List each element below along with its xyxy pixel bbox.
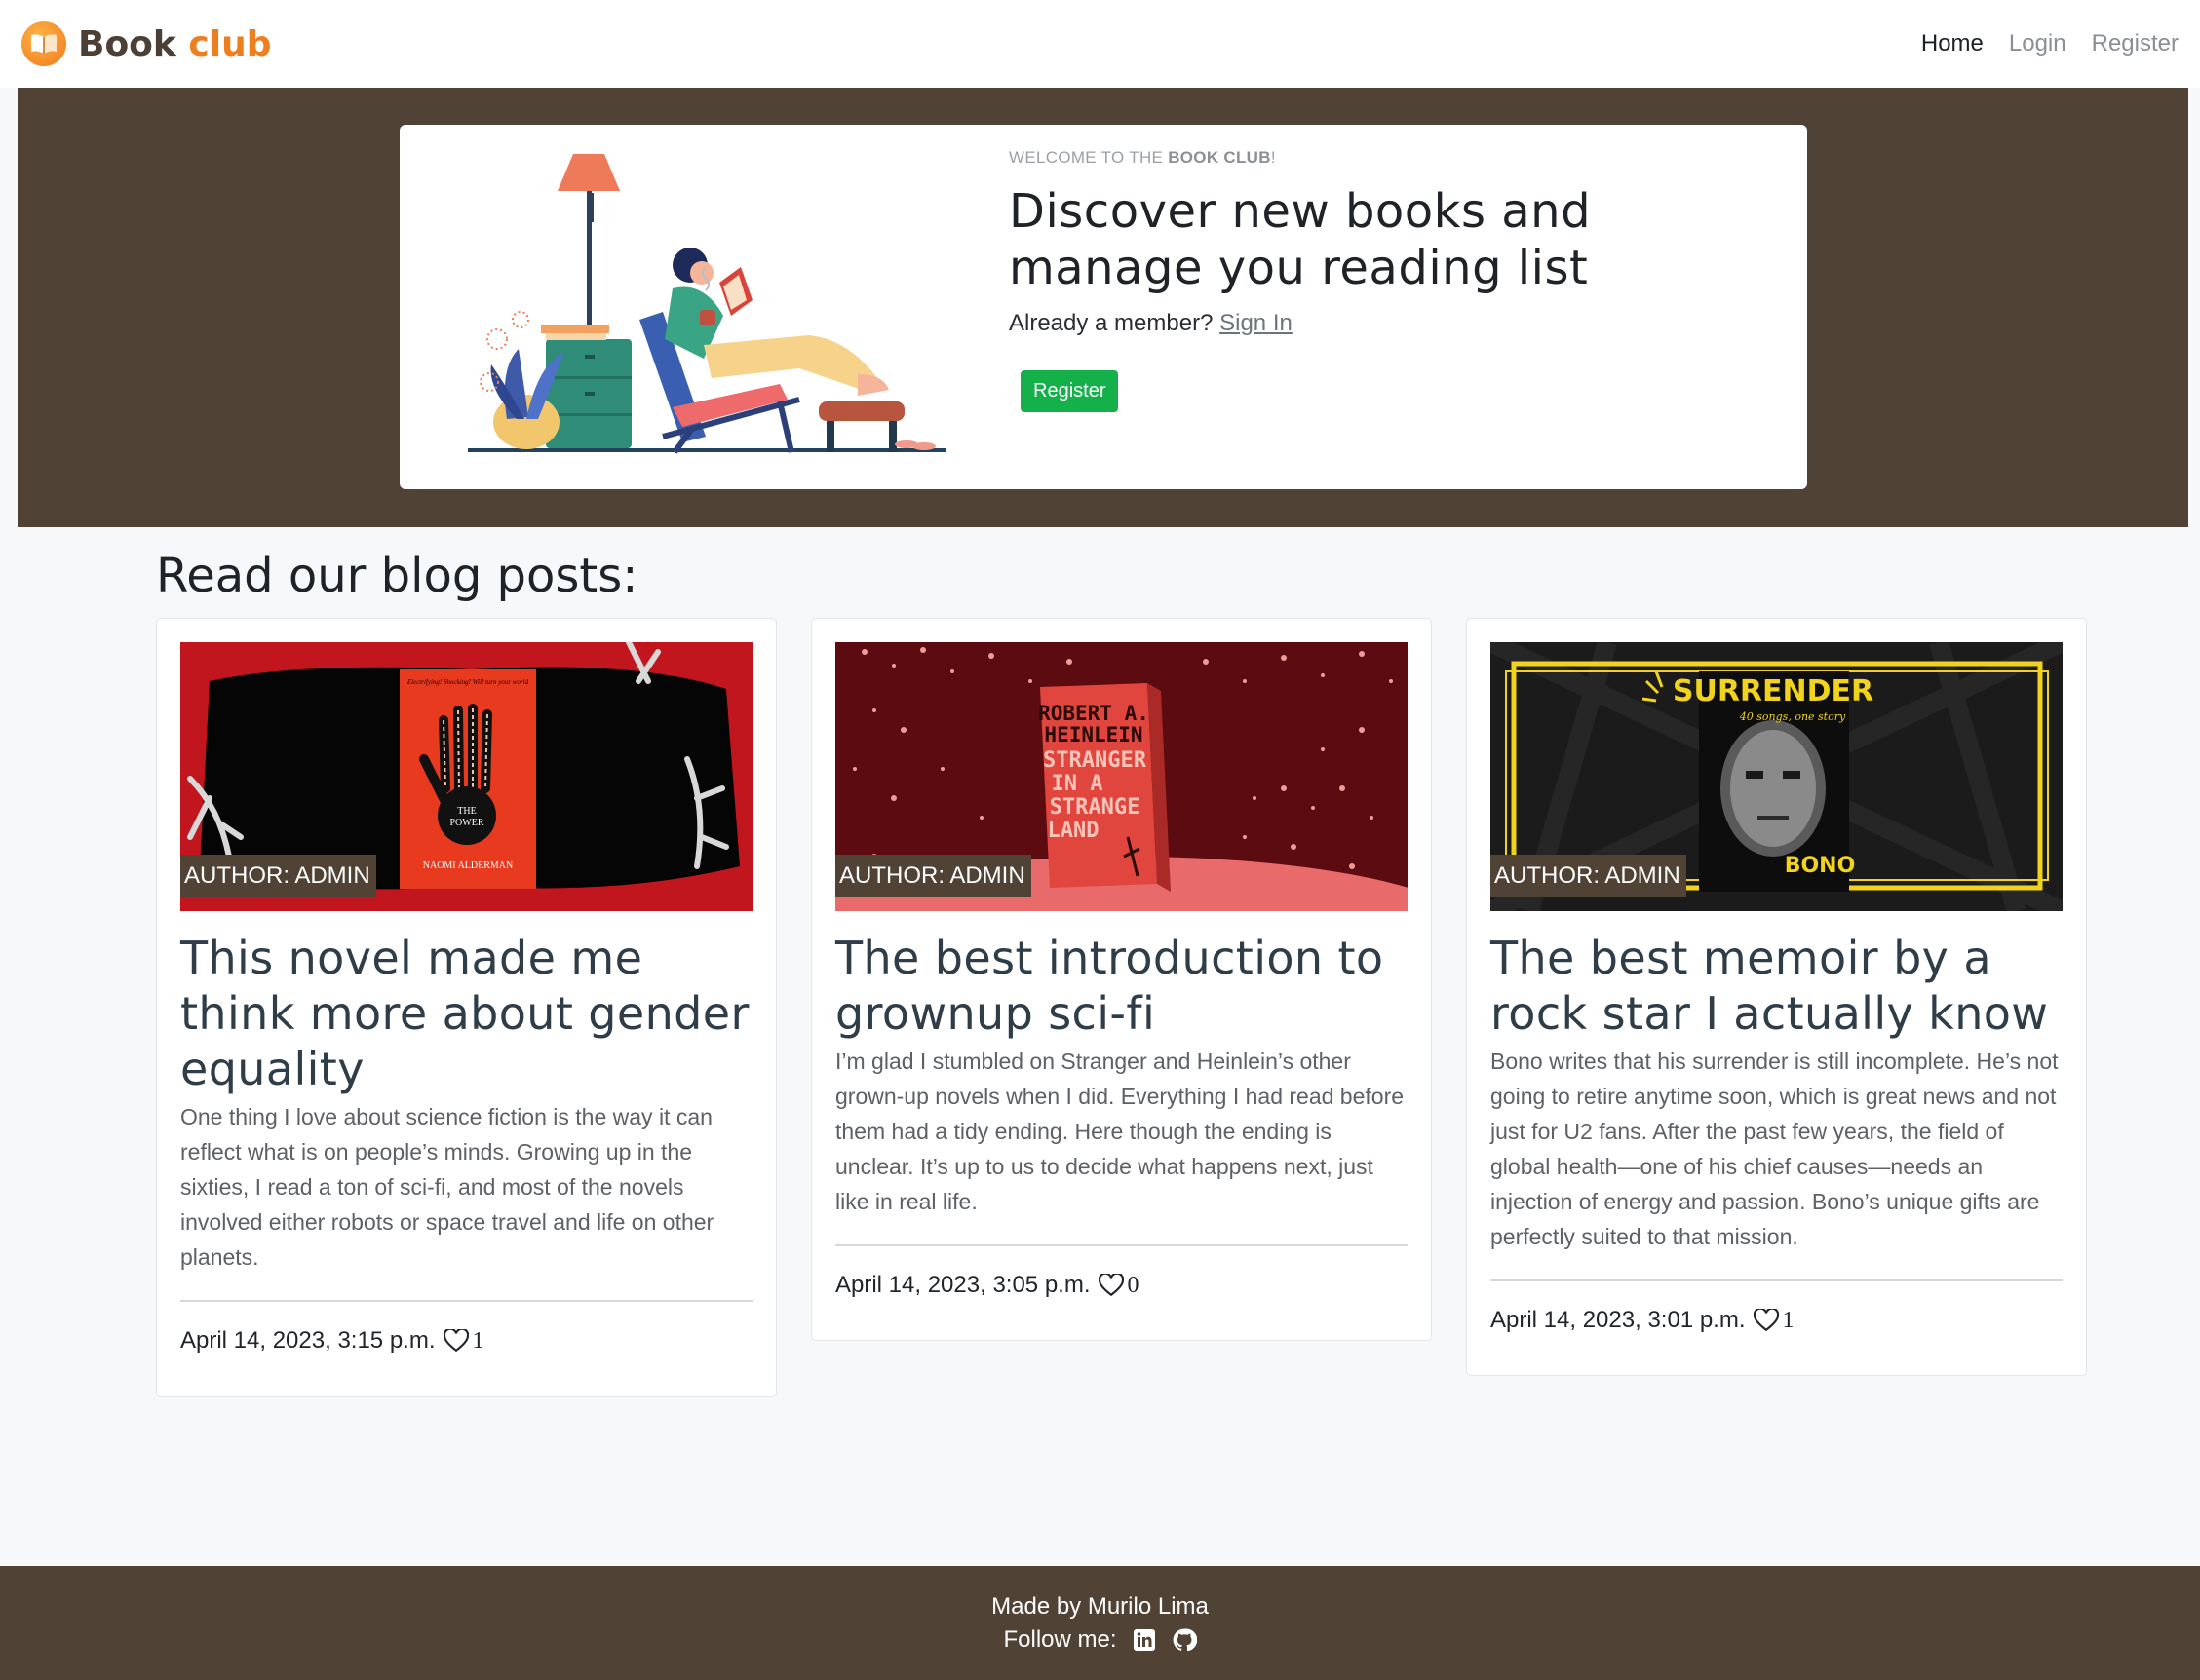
cover-author: ROBERT A. [1038,702,1149,725]
hero-text: WELCOME TO THE BOOK CLUB! Discover new b… [1009,148,1769,412]
divider [835,1244,1408,1246]
post-body: This novel made me think more about gend… [180,931,753,1355]
post-meta: April 14, 2023, 3:01 p.m. 1 [1490,1307,2063,1334]
hero-kicker-suffix: ! [1270,148,1276,167]
post-date: April 14, 2023, 3:15 p.m. [180,1327,436,1354]
reading-woman-illustration [468,154,946,454]
hero-title: Discover new books and manage you readin… [1009,184,1592,295]
svg-text:STRANGE: STRANGE [1050,795,1140,820]
post-body: The best memoir by a rock star I actuall… [1490,931,2063,1334]
github-icon[interactable] [1172,1627,1197,1653]
footer-follow: Follow me: [0,1626,2200,1654]
open-book-icon [21,21,66,66]
blog-section-title: Read our blog posts: [156,549,638,603]
post-body: The best introduction to grownup sci-fi … [835,931,1408,1299]
post-date: April 14, 2023, 3:01 p.m. [1490,1307,1746,1333]
author-badge: AUTHOR: ADMIN [180,855,376,897]
post-meta: April 14, 2023, 3:15 p.m. 1 [180,1327,753,1355]
hero-card: WELCOME TO THE BOOK CLUB! Discover new b… [400,125,1807,489]
nav-login[interactable]: Login [2009,30,2066,57]
cover-author: BONO [1785,854,1856,878]
divider [1490,1279,2063,1281]
footer: Made by Murilo Lima Follow me: [0,1566,2200,1680]
author-badge: AUTHOR: ADMIN [1490,855,1686,897]
linkedin-icon[interactable] [1133,1628,1156,1652]
hero-kicker-bold: BOOK CLUB [1168,148,1271,167]
nav-home[interactable]: Home [1921,30,1984,57]
svg-text:LAND: LAND [1048,819,1100,843]
hero-member-text: Already a member? [1009,310,1214,336]
follow-label: Follow me: [1003,1626,1117,1653]
cover-title: SURRENDER [1673,674,1873,708]
blog-post-card[interactable]: ROBERT A. HEINLEIN STRANGER IN A STRANGE… [811,618,1432,1341]
svg-text:40 songs, one story: 40 songs, one story [1739,710,1846,723]
svg-text:POWER: POWER [450,818,484,828]
post-title[interactable]: This novel made me think more about gend… [180,931,753,1097]
like-count: 1 [1782,1307,1795,1333]
post-title[interactable]: The best memoir by a rock star I actuall… [1490,931,2063,1042]
heart-icon[interactable] [443,1329,469,1353]
svg-text:HEINLEIN: HEINLEIN [1044,723,1142,746]
sign-in-link[interactable]: Sign In [1219,310,1293,336]
post-image[interactable]: Electrifying! Shocking! Will turn your w… [180,642,753,911]
post-title[interactable]: The best introduction to grownup sci-fi [835,931,1408,1042]
cover-title: STRANGER [1043,748,1147,773]
post-image[interactable]: SURRENDER 40 songs, one story BONO AUTHO… [1490,642,2063,911]
cover-author: NAOMI ALDERMAN [423,860,514,871]
author-badge: AUTHOR: ADMIN [835,855,1031,897]
footer-credit: Made by Murilo Lima [991,1593,1209,1620]
cover-title: THE [457,806,476,817]
nav-register[interactable]: Register [2092,30,2179,57]
brand-name-book: Book [78,23,176,64]
post-date: April 14, 2023, 3:05 p.m. [835,1272,1091,1298]
post-meta: April 14, 2023, 3:05 p.m. 0 [835,1272,1408,1299]
post-excerpt: Bono writes that his surrender is still … [1490,1049,2059,1249]
post-image[interactable]: ROBERT A. HEINLEIN STRANGER IN A STRANGE… [835,642,1408,911]
hero-kicker: WELCOME TO THE BOOK CLUB! [1009,148,1769,168]
hero-banner: WELCOME TO THE BOOK CLUB! Discover new b… [18,88,2188,527]
divider [180,1300,753,1302]
brand-name: Book club [78,24,271,64]
heart-icon[interactable] [1753,1309,1779,1332]
heart-icon[interactable] [1098,1274,1124,1297]
navbar: Book club Home Login Register [0,0,2200,88]
post-excerpt: I’m glad I stumbled on Stranger and Hein… [835,1049,1405,1214]
blog-post-card[interactable]: SURRENDER 40 songs, one story BONO AUTHO… [1466,618,2087,1376]
register-button[interactable]: Register [1021,370,1119,412]
svg-text:Electrifying! Shocking! Will t: Electrifying! Shocking! Will turn your w… [406,678,529,686]
like-count: 0 [1127,1272,1139,1298]
hero-member-line: Already a member? Sign In [1009,310,1769,337]
hero-kicker-prefix: WELCOME TO THE [1009,148,1169,167]
like-count: 1 [472,1327,484,1354]
svg-text:IN A: IN A [1052,772,1103,796]
post-excerpt: One thing I love about science fiction i… [180,1104,714,1270]
brand[interactable]: Book club [21,21,271,66]
nav-links: Home Login Register [1921,30,2179,57]
blog-post-card[interactable]: Electrifying! Shocking! Will turn your w… [156,618,777,1397]
brand-name-club: club [188,23,272,64]
